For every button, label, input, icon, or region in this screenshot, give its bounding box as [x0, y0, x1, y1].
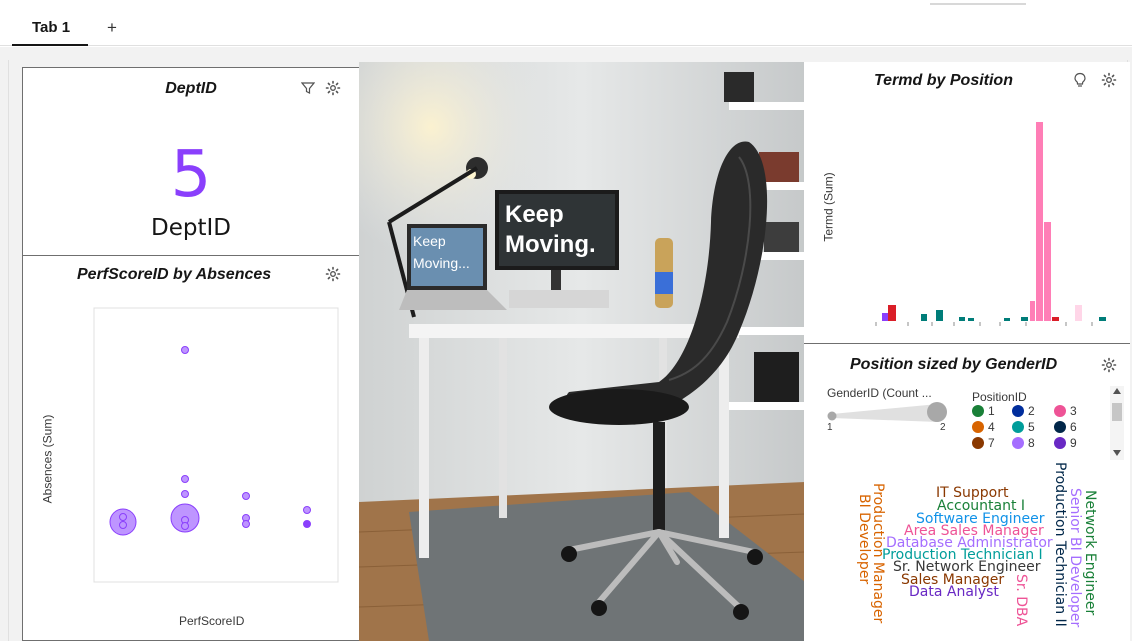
word-senior-bi-developer[interactable]: Senior BI Developer [1067, 488, 1083, 627]
word-cloud: IT Support Accountant I Software Enginee… [804, 344, 1130, 642]
kpi-widget[interactable]: DeptID 5 DeptID [22, 67, 360, 256]
termd-widget[interactable]: Termd by Position Termd (Sum) [804, 62, 1130, 344]
scatter-point [119, 513, 127, 521]
kpi-value: 5 [170, 138, 212, 212]
termd-bar [1052, 317, 1059, 321]
add-tab-button[interactable]: + [100, 10, 124, 46]
office-photo: Keep Moving... Keep Moving. [359, 62, 805, 641]
termd-bar [1099, 317, 1106, 321]
word-bi-developer[interactable]: BI Developer [856, 494, 872, 584]
scatter-point [303, 520, 311, 528]
termd-bar [1075, 305, 1082, 321]
monitor-screen-text: Keep [505, 201, 564, 228]
position-widget[interactable]: Position sized by GenderID GenderID (Cou… [804, 343, 1130, 641]
termd-bar [968, 318, 974, 321]
scatter-widget[interactable]: PerfScoreID by Absences Absences (Sum) P… [22, 255, 360, 641]
word-data-analyst[interactable]: Data Analyst [909, 584, 999, 600]
word-production-manager[interactable]: Production Manager [870, 483, 886, 623]
word-network-engineer[interactable]: Network Engineer [1082, 490, 1098, 615]
word-production-technician-ii[interactable]: Production Technician II [1052, 462, 1068, 627]
svg-text:Moving.: Moving. [505, 231, 596, 258]
termd-bar [959, 317, 965, 321]
scatter-point [303, 506, 311, 514]
scatter-point [119, 521, 127, 529]
termd-bar [1030, 301, 1035, 321]
termd-bar [1036, 122, 1043, 321]
termd-bar [882, 313, 888, 321]
scatter-point [242, 520, 250, 528]
settings-icon[interactable] [324, 79, 342, 97]
scatter-point [181, 522, 189, 530]
kpi-label: DeptID [151, 215, 231, 241]
canvas-border-left [8, 60, 9, 641]
top-scroll-indicator [930, 3, 1026, 5]
scatter-point [242, 492, 250, 500]
filter-icon[interactable] [299, 79, 317, 97]
scatter-point [181, 475, 189, 483]
termd-bar [1021, 317, 1028, 321]
termd-bar [1004, 318, 1010, 321]
scatter-point [181, 346, 189, 354]
scatter-point [181, 490, 189, 498]
termd-bar [921, 314, 927, 321]
tab-1[interactable]: Tab 1 [12, 10, 88, 46]
termd-bars [875, 122, 1106, 326]
svg-text:Moving...: Moving... [413, 255, 470, 271]
termd-bar [888, 305, 896, 321]
termd-bar [1044, 222, 1051, 321]
scatter-plot-area [93, 307, 339, 583]
termd-bar [936, 310, 943, 321]
tab-bar: Tab 1 + [0, 0, 1132, 46]
laptop-screen-text: Keep [413, 233, 446, 249]
word-sr-dba[interactable]: Sr. DBA [1013, 574, 1029, 626]
